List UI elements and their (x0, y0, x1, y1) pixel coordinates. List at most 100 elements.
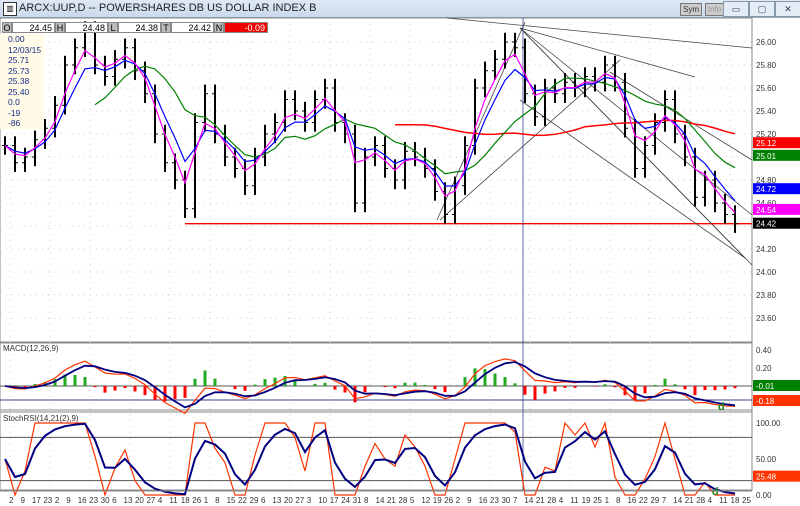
date-tick-label: 27 (146, 496, 155, 505)
date-tick-label: 19 (582, 496, 591, 505)
date-tick-label: 12 (421, 496, 430, 505)
date-tick-label: 9 (20, 496, 25, 505)
date-tick-label: 8 (616, 496, 621, 505)
macd-title: MACD(12,26,9) (3, 344, 59, 353)
date-tick-label: 5 (410, 496, 415, 505)
info-value: 0.0 (8, 97, 20, 107)
date-tick-label: 7 (513, 496, 518, 505)
date-tick-label: 9 (66, 496, 71, 505)
macd-annotation: d (718, 401, 725, 413)
date-tick-label: 15 (227, 496, 236, 505)
date-tick-label: 4 (559, 496, 564, 505)
date-tick-label: 13 (272, 496, 281, 505)
date-tick-label: 16 (479, 496, 488, 505)
date-tick-label: 11 (570, 496, 579, 505)
date-tick-label: 27 (295, 496, 304, 505)
date-tick-label: 21 (387, 496, 396, 505)
date-tick-label: 13 (124, 496, 133, 505)
stoch-value-label: 25.48 (756, 473, 777, 482)
date-tick-label: 28 (547, 496, 556, 505)
date-tick-label: 22 (639, 496, 648, 505)
date-tick-label: 3 (307, 496, 312, 505)
price-tick-label: 25.60 (756, 84, 777, 93)
open-value: 24.45 (12, 22, 55, 33)
price-tick-label: 23.60 (756, 314, 777, 323)
date-tick-label: 31 (353, 496, 362, 505)
date-tick-label: 11 (169, 496, 178, 505)
date-tick-label: 14 (376, 496, 385, 505)
date-tick-label: 14 (673, 496, 682, 505)
date-tick-label: 25 (593, 496, 602, 505)
price-tick-label: 24.20 (756, 245, 777, 254)
date-tick-label: 28 (398, 496, 407, 505)
macd-tick-label: 0.20 (756, 364, 772, 373)
info-value: -86 (8, 118, 21, 128)
date-tick-label: 23 (43, 496, 52, 505)
price-tick-label: 23.80 (756, 291, 777, 300)
price-tick-label: 24.00 (756, 268, 777, 277)
info-box: 0.00 12/03/15 25.71 25.73 25.38 25.40 0.… (0, 34, 44, 129)
change-label: N (214, 22, 224, 33)
pane-2 (0, 411, 753, 491)
date-tick-label: 16 (627, 496, 636, 505)
date-tick-label: 29 (650, 496, 659, 505)
date-tick-label: 26 (192, 496, 201, 505)
date-tick-label: 6 (261, 496, 266, 505)
price-value-label: 24.72 (756, 185, 777, 194)
date-tick-label: 2 (9, 496, 14, 505)
date-tick-label: 8 (215, 496, 220, 505)
date-tick-label: 18 (181, 496, 190, 505)
date-tick-label: 8 (364, 496, 369, 505)
date-tick-label: 23 (490, 496, 499, 505)
price-value-label: 25.12 (756, 139, 777, 148)
date-tick-label: 18 (731, 496, 740, 505)
date-tick-label: 10 (318, 496, 327, 505)
date-tick-label: 29 (250, 496, 259, 505)
stoch-tick-label: 100.00 (756, 419, 781, 428)
date-tick-label: 19 (433, 496, 442, 505)
info-value: 25.73 (8, 65, 30, 76)
close-label: T (161, 22, 171, 33)
pane-0 (0, 17, 753, 343)
low-value: 24.38 (118, 22, 161, 33)
info-value: 25.38 (8, 76, 30, 86)
price-tick-label: 26.00 (756, 38, 777, 47)
date-tick-label: 4 (708, 496, 713, 505)
stoch-tick-label: 0.00 (756, 491, 772, 500)
open-label: O (2, 22, 12, 33)
date-tick-label: 16 (78, 496, 87, 505)
date-tick-label: 2 (55, 496, 60, 505)
date-tick-label: 14 (524, 496, 533, 505)
date-tick-label: 25 (742, 496, 751, 505)
date-tick-label: 2 (456, 496, 461, 505)
chart-area[interactable]: 26.0025.8025.6025.4025.2024.8024.6024.20… (0, 0, 800, 506)
date-tick-label: 22 (238, 496, 247, 505)
date-tick-label: 17 (330, 496, 339, 505)
date-tick-label: 30 (101, 496, 110, 505)
date-tick-label: 6 (112, 496, 117, 505)
price-value-label: 24.42 (756, 220, 777, 229)
date-tick-label: 30 (501, 496, 510, 505)
date-tick-label: 1 (605, 496, 610, 505)
date-tick-label: 21 (536, 496, 545, 505)
stoch-title: StochRSI(14,21(2),9) (3, 414, 79, 423)
change-value: -0.09 (224, 22, 268, 33)
info-value: 25.71 (8, 55, 30, 65)
date-tick-label: 20 (284, 496, 293, 505)
low-label: L (108, 22, 118, 33)
macd-value-label: -0.01 (756, 382, 775, 391)
date-tick-label: 17 (32, 496, 41, 505)
price-tick-label: 25.40 (756, 107, 777, 116)
price-value-label: 24.54 (756, 206, 777, 215)
macd-tick-label: 0.40 (756, 346, 772, 355)
high-value: 24.48 (65, 22, 108, 33)
date-tick-label: 20 (135, 496, 144, 505)
date-tick-label: 9 (467, 496, 472, 505)
price-value-label: 25.01 (756, 152, 777, 161)
ohlc-bar: O 24.45 H 24.48 L 24.38 T 24.42 N -0.09 (2, 22, 268, 33)
high-label: H (55, 22, 65, 33)
date-tick-label: 28 (696, 496, 705, 505)
date-tick-label: 7 (662, 496, 667, 505)
date-tick-label: 24 (341, 496, 350, 505)
stoch-tick-label: 50.00 (756, 455, 777, 464)
